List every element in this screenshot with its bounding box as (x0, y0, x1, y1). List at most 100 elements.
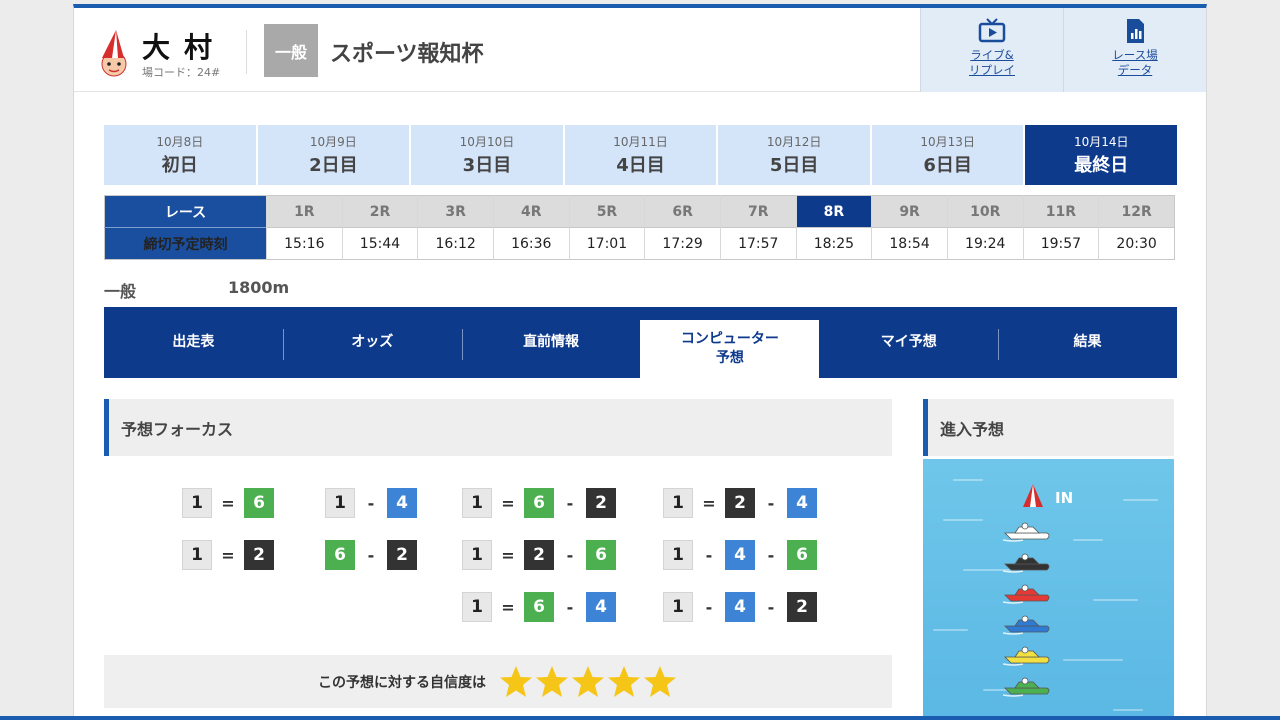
race-number-cell[interactable]: 2R (341, 195, 418, 228)
race-number-cell[interactable]: 9R (871, 195, 948, 228)
forecast-combination: 1 = 2-6 (462, 540, 616, 570)
turn-mark-icon (1023, 484, 1043, 507)
day-tab[interactable]: 10月8日 初日 (104, 125, 256, 185)
race-number-cell[interactable]: 3R (417, 195, 494, 228)
combo-separator: - (566, 493, 574, 513)
boat-number-6: 6 (524, 592, 554, 622)
star-icon (572, 665, 604, 697)
forecast-combination: 1-4 (325, 488, 417, 518)
boat-number-1: 1 (462, 540, 492, 570)
confidence-label: この予想に対する自信度は (318, 674, 486, 691)
tab-my-forecast[interactable]: マイ予想 (819, 307, 998, 378)
day-tab-active[interactable]: 10月14日 最終日 (1025, 125, 1178, 185)
header-divider (246, 30, 247, 74)
tab-pre-race-info[interactable]: 直前情報 (461, 307, 641, 378)
day-date: 10月8日 (156, 135, 204, 149)
day-tab[interactable]: 10月10日 3日目 (411, 125, 563, 185)
combo-separator: = (702, 493, 716, 513)
forecast-combination: 1 = 6-2 (462, 488, 616, 518)
combo-separator: - (767, 545, 775, 565)
boat-number-4: 4 (725, 540, 755, 570)
day-tab[interactable]: 10月12日 5日目 (718, 125, 870, 185)
mascot-icon (101, 30, 127, 77)
entry-course-diagram: IN (923, 459, 1174, 720)
boat-number-6: 6 (586, 540, 616, 570)
forecast-combination: 1-4-6 (663, 540, 817, 570)
water-ripple (1123, 499, 1158, 501)
boat-number-1: 1 (325, 488, 355, 518)
race-number-cell[interactable]: 4R (492, 195, 570, 228)
race-number-cell[interactable]: 7R (719, 195, 797, 228)
combo-separator: - (566, 545, 574, 565)
day-date: 10月10日 (459, 135, 515, 149)
deadline-time-cell: 15:16 (266, 227, 343, 260)
combo-separator: - (367, 545, 375, 565)
entry-boat-4-icon (1003, 615, 1050, 635)
race-number-cell[interactable]: 5R (568, 195, 645, 228)
venue-name: 大村 (142, 31, 227, 64)
entry-boat-2-icon (1003, 553, 1050, 573)
day-label: 5日目 (769, 155, 819, 176)
boat-number-2: 2 (524, 540, 554, 570)
day-tab[interactable]: 10月13日 6日目 (871, 125, 1024, 185)
boat-number-1: 1 (663, 488, 693, 518)
boat-number-4: 4 (787, 488, 817, 518)
water-ripple (933, 629, 968, 631)
venue-data-button[interactable]: レース場 データ (1063, 8, 1206, 92)
race-number-cell[interactable]: 11R (1022, 195, 1099, 228)
water-ripple (1063, 659, 1123, 661)
combo-separator: - (705, 597, 713, 617)
boat-number-1: 1 (663, 592, 693, 622)
entry-boat-1-icon (1003, 522, 1050, 542)
race-info: 一般 1800m (104, 278, 289, 302)
tab-entries[interactable]: 出走表 (104, 307, 283, 378)
day-label: 6日目 (923, 155, 972, 176)
race-class: 一般 (104, 282, 137, 301)
deadline-time-cell: 17:29 (644, 227, 721, 260)
deadline-time-cell: 15:44 (341, 227, 418, 260)
race-number-cell[interactable]: 10R (946, 195, 1024, 228)
race-number-cell[interactable]: 1R (266, 195, 343, 228)
forecast-combination: 1 = 2 (182, 540, 274, 570)
venue-header: 大村 場コード：24# 一般 スポーツ報知杯 ライブ& リプレイ レース場 デー… (74, 8, 1206, 92)
forecast-combination: 6-2 (325, 540, 417, 570)
day-date: 10月11日 (613, 135, 668, 149)
venue-data-label: レース場 データ (1112, 48, 1158, 77)
race-schedule-table: レース 1R 2R 3R 4R 5R 6R 7R 8R 9R 10R 11R 12R 締切予定時刻 1… (104, 195, 1175, 260)
combo-separator: = (501, 545, 515, 565)
boat-number-6: 6 (787, 540, 817, 570)
boat-number-1: 1 (663, 540, 693, 570)
forecast-focus-heading: 予想フォーカス (104, 399, 892, 456)
deadline-time-cell: 16:36 (492, 227, 570, 260)
boat-number-2: 2 (387, 540, 417, 570)
tab-results[interactable]: 結果 (998, 307, 1177, 378)
tab-computer-forecast[interactable]: コンピューター 予想 (640, 320, 820, 378)
tab-odds[interactable]: オッズ (282, 307, 462, 378)
venue-code: 場コード：24# (142, 66, 221, 79)
live-replay-label: ライブ& リプレイ (969, 48, 1015, 77)
day-tab[interactable]: 10月9日 2日目 (257, 125, 410, 185)
forecast-combination: 1 = 6 (182, 488, 274, 518)
data-icon (1127, 19, 1144, 43)
race-number-cell[interactable]: 6R (644, 195, 721, 228)
deadline-time-cell: 18:54 (871, 227, 948, 260)
boat-number-6: 6 (524, 488, 554, 518)
entry-boat-5-icon (1003, 646, 1050, 666)
boat-number-1: 1 (462, 592, 492, 622)
in-label: IN (1055, 489, 1074, 507)
deadline-time-cell: 19:57 (1022, 227, 1099, 260)
day-tab[interactable]: 10月11日 4日目 (564, 125, 717, 185)
grade-badge: 一般 (264, 24, 318, 77)
day-date: 10月14日 (1073, 135, 1129, 149)
combo-separator: - (566, 597, 574, 617)
tv-icon (978, 18, 1006, 43)
combo-separator: = (501, 493, 515, 513)
day-date: 10月12日 (766, 135, 822, 149)
day-label: 2日目 (309, 155, 358, 176)
live-replay-button[interactable]: ライブ& リプレイ (920, 8, 1063, 92)
race-number-cell[interactable]: 8R (795, 195, 872, 228)
boat-number-2: 2 (787, 592, 817, 622)
race-number-cell[interactable]: 12R (1098, 195, 1175, 228)
forecast-combination: 1 = 2-4 (663, 488, 817, 518)
combo-separator: = (221, 493, 235, 513)
